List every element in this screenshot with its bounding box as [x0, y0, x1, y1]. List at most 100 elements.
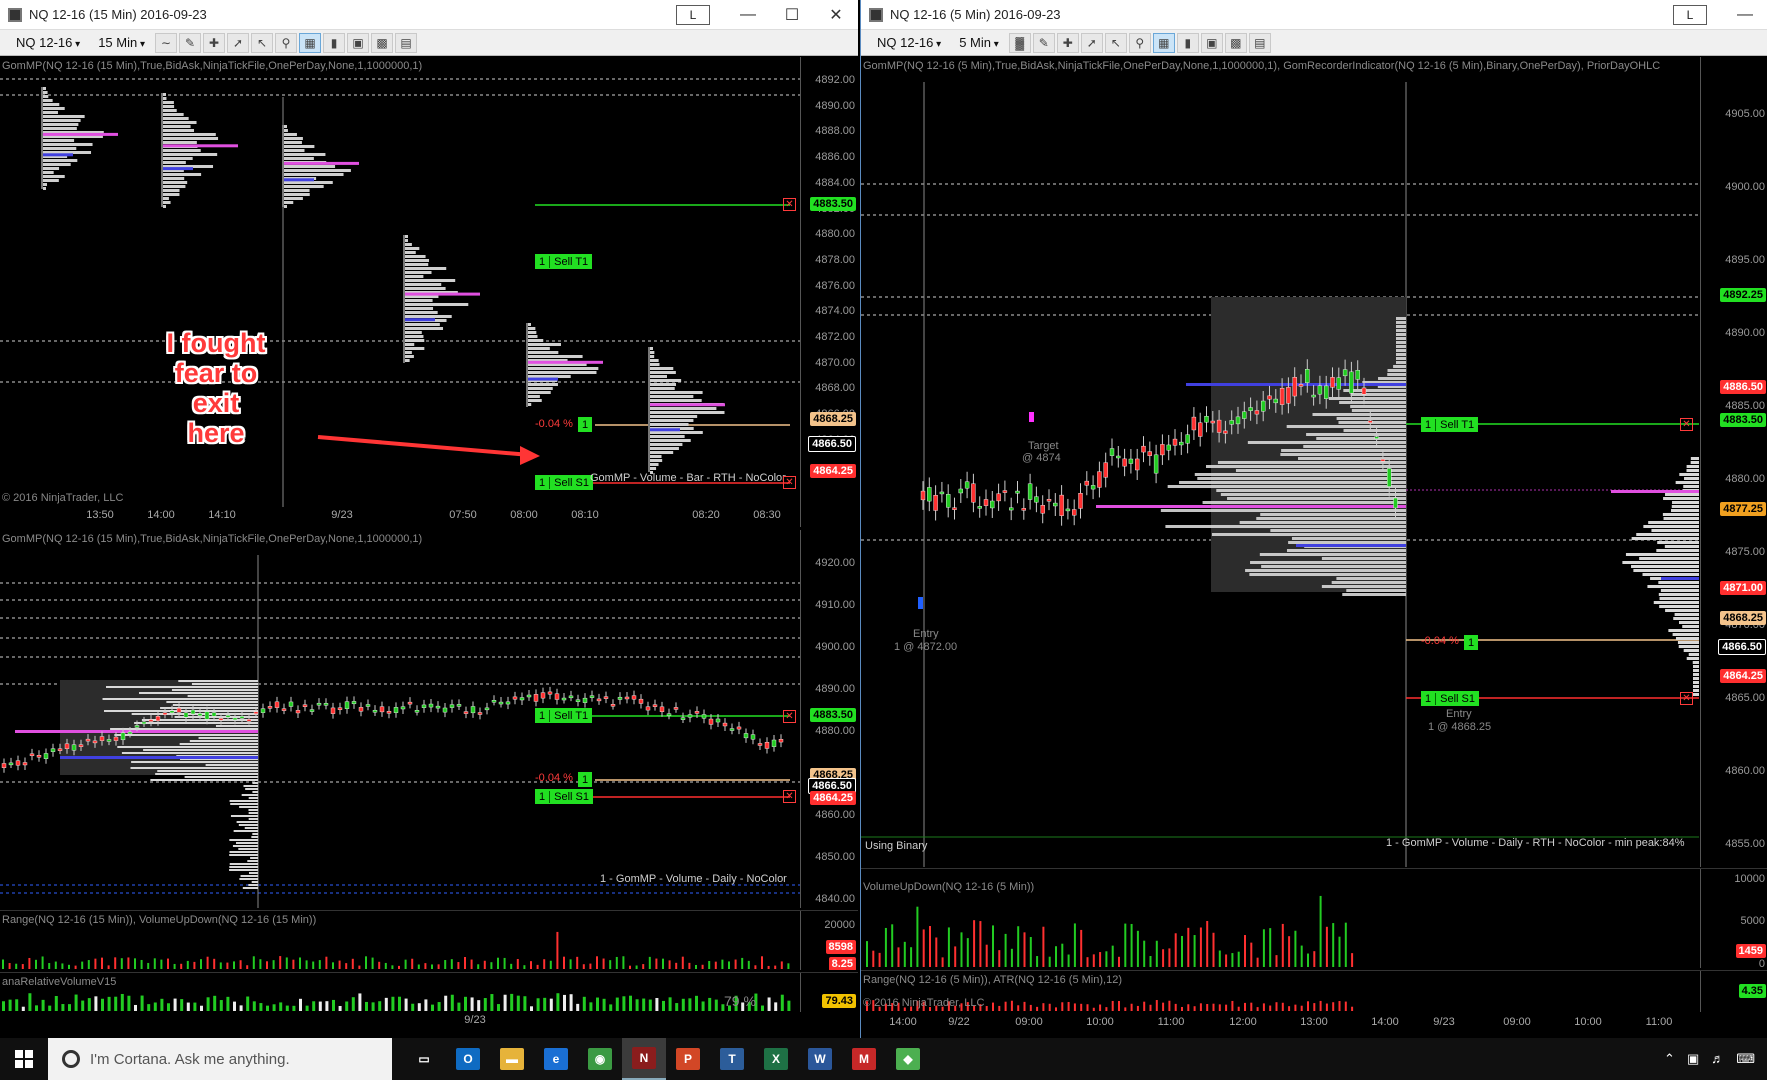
instrument-dropdown[interactable]: NQ 12-16	[8, 35, 88, 50]
range-bar	[107, 965, 110, 969]
drawing-pencil-icon[interactable]: ✎	[1032, 32, 1055, 53]
value-area-line	[405, 318, 435, 322]
chevron-up-icon[interactable]: ⌃	[1664, 1051, 1675, 1067]
sell-t1-order[interactable]: 1 Sell T1	[1421, 417, 1479, 432]
price-axis[interactable]: 4905.00 4900.00 4895.00 4890.00 4885.00 4880.…	[1700, 57, 1767, 867]
left-bottom-chart[interactable]: GomMP(NQ 12-16 (15 Min),True,BidAsk,Ninj…	[0, 530, 858, 908]
relvol-bar	[285, 1005, 289, 1011]
taskbar-edge[interactable]: e	[534, 1038, 578, 1080]
range-bar	[318, 960, 321, 969]
position-qty[interactable]: 1	[1464, 635, 1479, 650]
taskbar-app-m[interactable]: M	[842, 1038, 886, 1080]
close-order-icon[interactable]: ✕	[783, 790, 796, 803]
volume-profile-bar	[528, 351, 559, 354]
taskbar-chrome[interactable]: ◉	[578, 1038, 622, 1080]
properties-icon[interactable]: ▩	[1224, 32, 1247, 53]
range-bar	[398, 965, 400, 969]
left-top-chart[interactable]: GomMP(NQ 12-16 (15 Min),True,BidAsk,Ninj…	[0, 57, 858, 527]
volume-profile-bar	[1235, 469, 1406, 472]
taskbar-tws[interactable]: T	[710, 1038, 754, 1080]
volume-profile-bar	[250, 857, 258, 859]
keyboard-icon[interactable]: ⌨	[1736, 1051, 1755, 1067]
range-bar	[477, 964, 480, 969]
edge-icon: e	[544, 1048, 568, 1070]
close-order-icon[interactable]: ✕	[1680, 418, 1693, 431]
minimize-icon[interactable]: —	[726, 6, 770, 24]
strategies-icon[interactable]: ▣	[1200, 32, 1223, 53]
price-axis[interactable]: 4920.004910.004900.004890.004880.004870.…	[800, 530, 858, 908]
taskbar-word[interactable]: W	[798, 1038, 842, 1080]
sell-s1-order[interactable]: 1 Sell S1	[535, 789, 593, 804]
close-order-icon[interactable]: ✕	[783, 710, 796, 723]
instrument-dropdown[interactable]: NQ 12-16	[869, 35, 949, 50]
network-icon[interactable]: ▣	[1687, 1051, 1699, 1067]
indicators-icon[interactable]: ▮	[1176, 32, 1199, 53]
range-bar	[450, 959, 453, 969]
volume-icon[interactable]: ♬	[1711, 1051, 1724, 1067]
right-main-chart[interactable]: GomMP(NQ 12-16 (5 Min),True,BidAsk,Ninja…	[861, 57, 1767, 867]
drawing-tools-icon[interactable]: ✚	[203, 32, 226, 53]
right-volume-panel[interactable]: VolumeUpDown(NQ 12-16 (5 Min)) 10000 500…	[861, 868, 1767, 968]
taskbar-powerpoint[interactable]: P	[666, 1038, 710, 1080]
position-qty[interactable]: 1	[578, 417, 593, 432]
taskbar-task-view[interactable]: ▭	[402, 1038, 446, 1080]
relvol-bar	[173, 998, 177, 1011]
properties-icon[interactable]: ▩	[371, 32, 394, 53]
profile-note: GomMP - Volume - Bar - RTH - NoColor	[590, 472, 786, 484]
volume-profile-bar	[405, 331, 422, 334]
indicators-icon[interactable]: ▮	[323, 32, 346, 53]
sell-t1-order[interactable]: 1 Sell T1	[535, 254, 593, 269]
taskbar-ninjatrader[interactable]: N	[622, 1038, 666, 1080]
volume-profile-bar	[43, 143, 93, 146]
close-order-icon[interactable]: ✕	[783, 198, 796, 211]
range-bar	[648, 956, 651, 969]
interval-dropdown[interactable]: 5 Min	[951, 35, 1007, 50]
left-range-panel[interactable]: Range(NQ 12-16 (15 Min)), VolumeUpDown(N…	[0, 910, 858, 970]
chart-trader-icon[interactable]: ▦	[299, 32, 322, 53]
range-bar	[431, 964, 433, 969]
taskbar-app-green[interactable]: ◆	[886, 1038, 930, 1080]
volume-profile-bar	[178, 680, 258, 682]
maximize-icon[interactable]: ☐	[770, 5, 814, 25]
interval-dropdown[interactable]: 15 Min	[90, 35, 153, 50]
zoom-icon[interactable]: ⚲	[1128, 32, 1151, 53]
strategies-icon[interactable]: ▣	[347, 32, 370, 53]
volume-bar	[1130, 923, 1133, 967]
position-qty[interactable]: 1	[578, 772, 593, 787]
close-icon[interactable]: ✕	[814, 5, 858, 25]
chart-style-icon[interactable]: ▓	[1008, 32, 1031, 53]
right-titlebar[interactable]: NQ 12-16 (5 Min) 2016-09-23 L —	[861, 0, 1767, 30]
cortana-search[interactable]: I'm Cortana. Ask me anything.	[48, 1038, 392, 1080]
sell-t1-order[interactable]: 1 Sell T1	[535, 708, 593, 723]
price-axis[interactable]: 4892.004890.004888.004886.004884.004882.…	[800, 57, 858, 527]
close-order-icon[interactable]: ✕	[1680, 692, 1693, 705]
taskbar-excel[interactable]: X	[754, 1038, 798, 1080]
chart-style-icon[interactable]: ∼	[155, 32, 178, 53]
cursor-icon[interactable]: ↖	[251, 32, 274, 53]
left-relvol-panel[interactable]: anaRelativeVolumeV15 79 % 79.43	[0, 972, 858, 1012]
minimize-icon[interactable]: —	[1723, 6, 1767, 24]
link-button[interactable]: L	[676, 4, 710, 25]
trader-annotation: I fought fear to exit here	[150, 328, 282, 448]
sell-s1-order[interactable]: 1 Sell S1	[535, 475, 593, 490]
link-button[interactable]: L	[1673, 4, 1707, 25]
drawing-tools-icon[interactable]: ✚	[1056, 32, 1079, 53]
zoom-icon[interactable]: ⚲	[275, 32, 298, 53]
volume-profile-bar	[650, 379, 682, 382]
drawing-pencil-icon[interactable]: ✎	[179, 32, 202, 53]
pin-icon[interactable]: ➚	[1080, 32, 1103, 53]
data-box-icon[interactable]: ▤	[1248, 32, 1271, 53]
left-titlebar[interactable]: NQ 12-16 (15 Min) 2016-09-23 L — ☐ ✕	[0, 0, 858, 30]
data-box-icon[interactable]: ▤	[395, 32, 418, 53]
cursor-icon[interactable]: ↖	[1104, 32, 1127, 53]
start-button[interactable]	[0, 1050, 48, 1068]
close-order-icon[interactable]: ✕	[783, 476, 796, 489]
taskbar-outlook[interactable]: O	[446, 1038, 490, 1080]
chart-trader-icon[interactable]: ▦	[1152, 32, 1175, 53]
pin-icon[interactable]: ➚	[227, 32, 250, 53]
taskbar-file-explorer[interactable]: ▬	[490, 1038, 534, 1080]
right-range-panel[interactable]: Range(NQ 12-16 (5 Min)), ATR(NQ 12-16 (5…	[861, 970, 1767, 1012]
range-bar	[589, 963, 592, 969]
sell-s1-order[interactable]: 1 Sell S1	[1421, 691, 1479, 706]
volume-profile-bar	[163, 129, 195, 132]
